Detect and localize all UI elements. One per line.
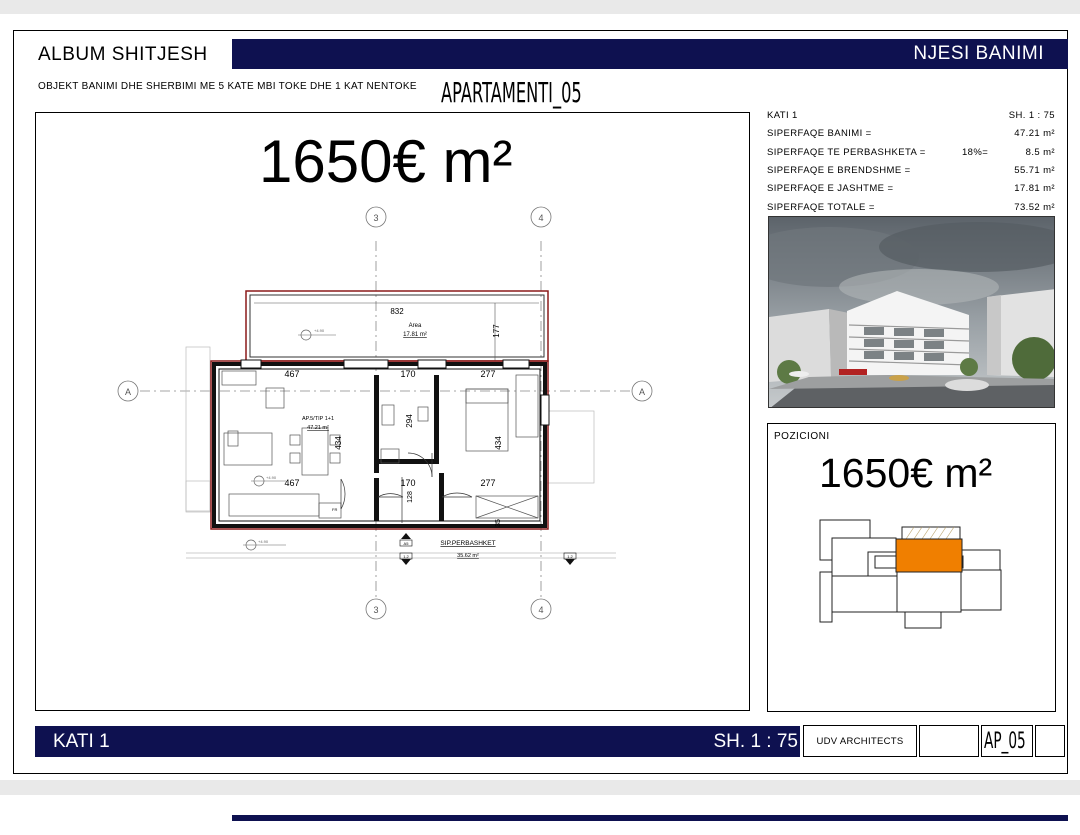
grid-bubble-4-top: 4 — [530, 206, 552, 228]
grid-bubble-4-bottom: 4 — [530, 598, 552, 620]
unit-type-label: NJESI BANIMI — [913, 43, 1044, 64]
grid-bubble-3-top: 3 — [365, 206, 387, 228]
dim-35: 35 — [495, 519, 502, 527]
dim-170-bottom: 170 — [400, 478, 415, 488]
svg-text:A5: A5 — [404, 541, 410, 546]
level-tag: 1.2 — [563, 552, 577, 565]
common-area-value: 35.62 m² — [457, 553, 479, 559]
album-title: ALBUM SHITJESH — [38, 44, 208, 65]
project-description: OBJEKT BANIMI DHE SHERBIMI ME 5 KATE MBI… — [38, 81, 417, 92]
drawing-sheet: ALBUM SHITJESH NJESI BANIMI OBJEKT BANIM… — [0, 14, 1080, 780]
sheet-code: AP_05 — [981, 725, 1033, 757]
position-panel: POZICIONI 1650€ m² — [767, 423, 1056, 712]
dim-434-right: 434 — [494, 436, 503, 450]
building-render-image — [768, 216, 1055, 408]
floor-plan-panel: 1650€ m² 3 4 3 4 A A 832 177 Area 17.81 … — [35, 112, 750, 711]
area-row: SIPERFAQE E JASHTME = 17.81 m² — [767, 183, 1055, 194]
header-bar: NJESI BANIMI — [232, 39, 1068, 69]
title-block-cell — [1035, 725, 1065, 757]
dim-128: 128 — [407, 491, 414, 503]
apartment-room-area: 47.21 m² — [307, 425, 329, 431]
svg-text:1.2: 1.2 — [403, 554, 409, 559]
position-price: 1650€ m² — [819, 450, 993, 496]
balcony — [245, 290, 549, 362]
dim-177: 177 — [492, 324, 501, 338]
floor-plan-drawing: 3 4 3 4 A A 832 177 Area 17.81 m² +4.90 … — [117, 206, 653, 620]
svg-text:+4.90: +4.90 — [314, 328, 325, 333]
level-tag: 1.2 — [399, 552, 413, 565]
dim-467-top: 467 — [284, 369, 299, 379]
footer-scale: SH. 1 : 75 — [713, 731, 799, 752]
area-row: SIPERFAQE TE PERBASHKETA = 18%= 8.5 m² — [767, 147, 1055, 158]
balcony-area-label: Area — [409, 323, 422, 329]
grid-bubble-a-left: A — [117, 380, 139, 402]
grid-label: 3 — [373, 213, 378, 223]
level-marker: +4.90 — [298, 328, 336, 341]
svg-text:+4.90: +4.90 — [258, 539, 269, 544]
dim-434-left: 434 — [334, 436, 343, 450]
title-block-cell — [919, 725, 979, 757]
footer-floor: KATI 1 — [53, 731, 110, 752]
grid-label: 4 — [538, 213, 543, 223]
dim-832: 832 — [390, 307, 404, 316]
entrance-tag: A5 — [399, 533, 413, 547]
key-plan — [819, 519, 1002, 629]
scale-label: SH. 1 : 75 — [1008, 110, 1055, 121]
grid-label: A — [125, 387, 131, 397]
level-marker: +4.90 — [251, 475, 286, 487]
balcony-area-value: 17.81 m² — [403, 332, 427, 338]
apartment-title: APARTAMENTI_05 — [441, 76, 582, 109]
sheet-code-text: AP_05 — [984, 729, 1026, 754]
grid-label: 3 — [373, 605, 378, 615]
dim-467-bottom: 467 — [284, 478, 299, 488]
floor-label: KATI 1 — [767, 110, 798, 121]
footer-bar: KATI 1 SH. 1 : 75 — [35, 726, 800, 757]
area-row: SIPERFAQE BANIMI = 47.21 m² — [767, 128, 1055, 139]
dim-277-top: 277 — [480, 369, 495, 379]
grid-label: A — [639, 387, 645, 397]
apartment-room-label: AP.5/TIP 1+1 — [302, 416, 334, 422]
highlighted-apartment — [895, 538, 963, 573]
dim-170-top: 170 — [400, 369, 415, 379]
svg-text:1.2: 1.2 — [567, 554, 573, 559]
common-area-label: SIP.PERBASHKET — [440, 540, 495, 547]
level-marker: +4.90 — [243, 539, 286, 551]
next-sheet-edge — [0, 795, 1080, 835]
architect-name: UDV ARCHITECTS — [803, 725, 917, 757]
grid-bubble-3-bottom: 3 — [365, 598, 387, 620]
svg-text:+4.90: +4.90 — [266, 475, 277, 480]
position-title: POZICIONI — [774, 431, 830, 442]
dim-277-bottom: 277 — [480, 478, 495, 488]
grid-bubble-a-right: A — [631, 380, 653, 402]
area-row: SIPERFAQE E BRENDSHME = 55.71 m² — [767, 165, 1055, 176]
furniture-tag: FR — [332, 507, 337, 512]
dim-294: 294 — [405, 414, 414, 428]
next-sheet-header-bar — [232, 815, 1068, 821]
grid-label: 4 — [538, 605, 543, 615]
